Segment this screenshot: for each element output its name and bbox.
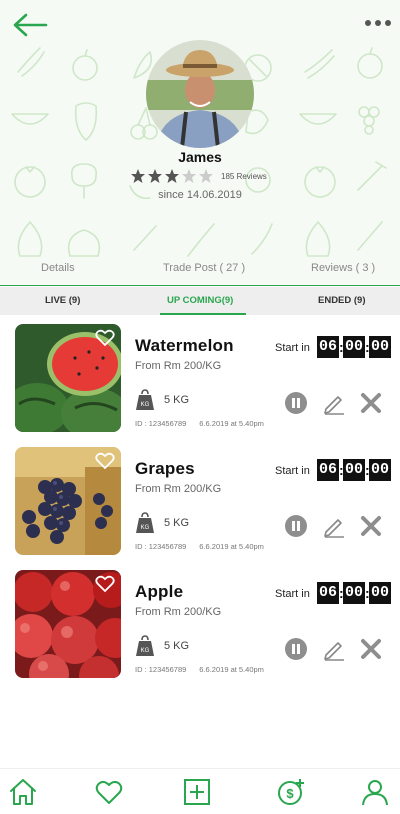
countdown-timer: 06 : 00 : 00 — [317, 459, 391, 481]
favorite-heart-icon[interactable] — [95, 575, 115, 593]
favorite-heart-icon[interactable] — [95, 452, 115, 470]
timer-minutes: 00 — [343, 459, 365, 481]
product-card-watermelon[interactable]: Watermelon From Rm 200/KG KG 5 KG ID : 1… — [0, 324, 400, 436]
avatar — [146, 40, 254, 148]
bottom-nav: $ — [0, 768, 400, 814]
start-in-label: Start in — [275, 342, 310, 354]
product-weight: 5 KG — [164, 517, 190, 529]
product-meta: ID : 123456789 6.6.2019 at 5.40pm — [135, 665, 264, 674]
tab-live[interactable]: LIVE (9) — [45, 295, 80, 306]
weight-icon-label: KG — [141, 525, 150, 531]
pause-button[interactable] — [285, 638, 307, 660]
product-image-grapes — [15, 447, 121, 555]
weight-kg-icon: KG — [136, 635, 154, 656]
timer-seconds: 00 — [369, 582, 391, 604]
tab-details[interactable]: Details — [41, 262, 75, 286]
star-empty-icon — [199, 169, 213, 183]
product-price: From Rm 200/KG — [135, 360, 222, 372]
product-name: Grapes — [135, 459, 195, 478]
countdown-timer: 06 : 00 : 00 — [317, 336, 391, 358]
timer-hours: 06 — [317, 336, 339, 358]
product-id: ID : 123456789 — [135, 665, 187, 674]
product-price: From Rm 200/KG — [135, 606, 222, 618]
tab-reviews[interactable]: Reviews ( 3 ) — [311, 262, 375, 286]
status-tabs: LIVE (9) UP COMING(9) ENDED (9) — [0, 287, 400, 315]
add-square-icon[interactable] — [182, 777, 212, 807]
edit-pencil-icon[interactable] — [322, 637, 346, 661]
product-weight: 5 KG — [164, 640, 190, 652]
timer-hours: 06 — [317, 459, 339, 481]
weight-kg-icon: KG — [136, 389, 154, 410]
timer-minutes: 00 — [343, 336, 365, 358]
edit-pencil-icon[interactable] — [322, 514, 346, 538]
tab-trade-post[interactable]: Trade Post ( 27 ) — [163, 262, 245, 286]
countdown-timer: 06 : 00 : 00 — [317, 582, 391, 604]
favorite-heart-icon[interactable] — [95, 329, 115, 347]
weight-icon-label: KG — [141, 648, 150, 654]
pause-button[interactable] — [285, 515, 307, 537]
weight-icon-label: KG — [141, 402, 150, 408]
tab-upcoming[interactable]: UP COMING(9) — [167, 295, 233, 306]
product-image-watermelon — [15, 324, 121, 432]
product-name: Apple — [135, 582, 184, 601]
svg-text:$: $ — [286, 786, 294, 801]
delete-close-icon[interactable] — [360, 392, 382, 414]
start-in-label: Start in — [275, 465, 310, 477]
pause-button[interactable] — [285, 392, 307, 414]
delete-close-icon[interactable] — [360, 638, 382, 660]
weight-kg-icon: KG — [136, 512, 154, 533]
product-date: 6.6.2019 at 5.40pm — [199, 665, 264, 674]
product-id: ID : 123456789 — [135, 542, 187, 551]
product-meta: ID : 123456789 6.6.2019 at 5.40pm — [135, 542, 264, 551]
product-meta: ID : 123456789 6.6.2019 at 5.40pm — [135, 419, 264, 428]
reviews-count: 185 Reviews — [221, 171, 267, 181]
dollar-plus-icon[interactable]: $ — [276, 777, 306, 807]
product-date: 6.6.2019 at 5.40pm — [199, 542, 264, 551]
product-date: 6.6.2019 at 5.40pm — [199, 419, 264, 428]
timer-minutes: 00 — [343, 582, 365, 604]
profile-tab-divider — [0, 285, 400, 286]
timer-seconds: 00 — [369, 459, 391, 481]
product-weight: 5 KG — [164, 394, 190, 406]
star-filled-icon — [165, 169, 179, 183]
product-name: Watermelon — [135, 336, 234, 355]
tab-ended[interactable]: ENDED (9) — [318, 295, 366, 306]
product-image-apple — [15, 570, 121, 678]
member-since: since 14.06.2019 — [158, 189, 242, 201]
star-filled-icon — [148, 169, 162, 183]
back-arrow-icon[interactable] — [10, 10, 50, 40]
profile-name: James — [178, 149, 222, 165]
product-price: From Rm 200/KG — [135, 483, 222, 495]
user-icon[interactable] — [360, 777, 390, 807]
heart-icon[interactable] — [94, 777, 124, 807]
product-card-grapes[interactable]: Grapes From Rm 200/KG KG 5 KG ID : 12345… — [0, 447, 400, 559]
delete-close-icon[interactable] — [360, 515, 382, 537]
edit-pencil-icon[interactable] — [322, 391, 346, 415]
rating-row: 185 Reviews — [130, 167, 267, 185]
more-options-icon[interactable] — [364, 14, 392, 32]
product-card-apple[interactable]: Apple From Rm 200/KG KG 5 KG ID : 123456… — [0, 570, 400, 682]
timer-seconds: 00 — [369, 336, 391, 358]
profile-photo — [146, 40, 254, 148]
profile-header: James 185 Reviews since 14.06.2019 Detai… — [0, 0, 400, 286]
star-empty-icon — [182, 169, 196, 183]
start-in-label: Start in — [275, 588, 310, 600]
star-filled-icon — [131, 169, 145, 183]
home-icon[interactable] — [8, 777, 38, 807]
timer-hours: 06 — [317, 582, 339, 604]
product-id: ID : 123456789 — [135, 419, 187, 428]
profile-tabs: Details Trade Post ( 27 ) Reviews ( 3 ) — [0, 262, 400, 286]
active-tab-indicator — [160, 313, 246, 315]
